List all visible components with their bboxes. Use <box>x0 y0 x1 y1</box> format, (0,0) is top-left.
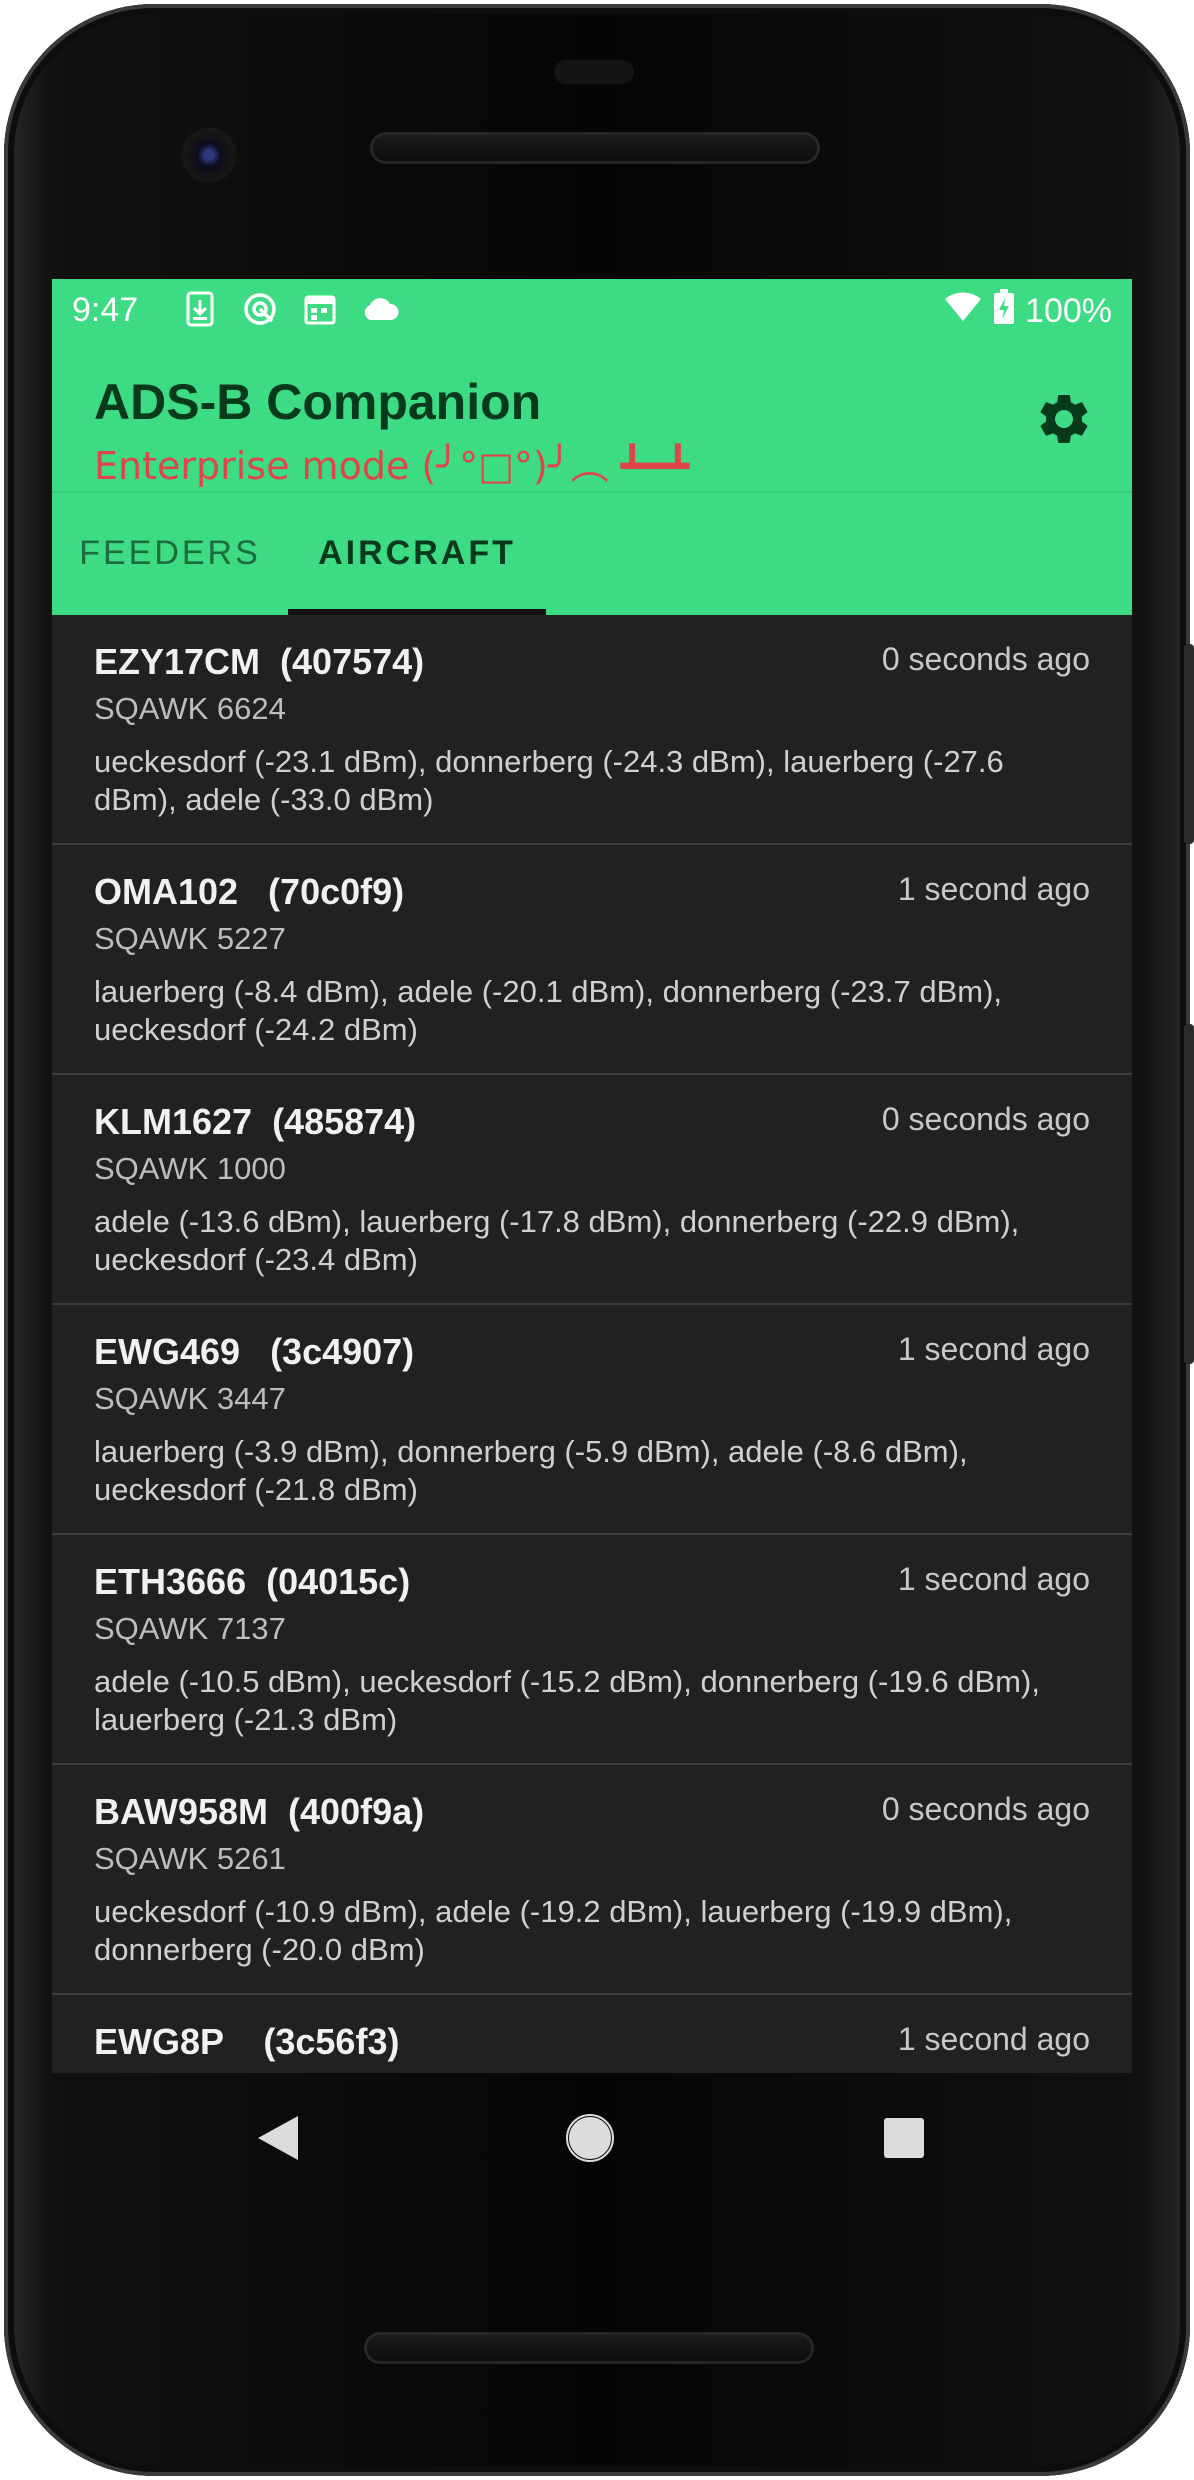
app-bar: ADS-B Companion Enterprise mode (╯°□°)╯︵… <box>52 343 1132 491</box>
download-icon <box>180 289 220 329</box>
aircraft-callsign: EWG469 (3c4907) <box>94 1331 415 1372</box>
app-title: ADS-B Companion <box>94 374 542 430</box>
bottom-speaker <box>364 2332 814 2364</box>
list-item[interactable]: ETH3666 (04015c) 1 second ago SQAWK 7137… <box>52 1535 1132 1765</box>
aircraft-squawk: SQAWK 5227 <box>94 921 286 956</box>
front-camera <box>182 128 236 182</box>
aircraft-last-seen: 0 seconds ago <box>881 1791 1090 1827</box>
status-right: 100% <box>943 289 1112 334</box>
calendar-icon <box>300 289 340 329</box>
wifi-icon <box>943 291 983 332</box>
status-time: 9:47 <box>72 291 139 329</box>
aircraft-receivers: lauerberg (-3.9 dBm), donnerberg (-5.9 d… <box>94 1434 968 1507</box>
tab-feeders[interactable]: FEEDERS <box>52 491 288 615</box>
power-button <box>1184 644 1194 844</box>
list-item[interactable]: EWG469 (3c4907) 1 second ago SQAWK 3447 … <box>52 1305 1132 1535</box>
cloud-icon <box>360 289 400 329</box>
aircraft-callsign: EZY17CM (407574) <box>94 641 425 682</box>
home-circle-icon[interactable] <box>564 2112 616 2164</box>
aircraft-last-seen: 1 second ago <box>897 871 1090 907</box>
aircraft-receivers: lauerberg (-8.4 dBm), adele (-20.1 dBm),… <box>94 974 1003 1047</box>
aircraft-receivers: ueckesdorf (-10.9 dBm), adele (-19.2 dBm… <box>94 1894 1013 1967</box>
aircraft-last-seen: 0 seconds ago <box>881 641 1090 677</box>
aircraft-squawk: SQAWK 1000 <box>94 1151 286 1186</box>
aircraft-squawk: SQAWK 7137 <box>94 1611 286 1646</box>
aircraft-last-seen: 1 second ago <box>897 1561 1090 1597</box>
aircraft-last-seen: 0 seconds ago <box>881 1101 1090 1137</box>
earpiece-speaker <box>370 132 820 164</box>
tab-bar: FEEDERS AIRCRAFT <box>52 491 1132 615</box>
aircraft-callsign: EWG8P (3c56f3) <box>94 2021 400 2062</box>
notification-icons <box>180 289 400 329</box>
back-triangle-icon[interactable] <box>252 2112 304 2164</box>
list-item[interactable]: EWG8P (3c56f3) 1 second ago <box>52 1995 1132 2073</box>
aircraft-last-seen: 1 second ago <box>897 2021 1090 2057</box>
aircraft-last-seen: 1 second ago <box>897 1331 1090 1367</box>
sync-icon <box>240 289 280 329</box>
aircraft-list[interactable]: EZY17CM (407574) 0 seconds ago SQAWK 662… <box>52 615 1132 2073</box>
aircraft-squawk: SQAWK 5261 <box>94 1841 286 1876</box>
list-item[interactable]: KLM1627 (485874) 0 seconds ago SQAWK 100… <box>52 1075 1132 1305</box>
aircraft-callsign: OMA102 (70c0f9) <box>94 871 405 912</box>
gear-icon[interactable] <box>1034 389 1094 449</box>
phone-screen: 9:47 100% ADS-B Companion Enterprise mod… <box>52 279 1132 2073</box>
proximity-sensor <box>554 60 634 84</box>
list-item[interactable]: OMA102 (70c0f9) 1 second ago SQAWK 5227 … <box>52 845 1132 1075</box>
aircraft-receivers: adele (-13.6 dBm), lauerberg (-17.8 dBm)… <box>94 1204 1020 1277</box>
aircraft-squawk: SQAWK 3447 <box>94 1381 286 1416</box>
status-bar: 9:47 100% <box>52 279 1132 343</box>
volume-button <box>1184 1024 1194 1364</box>
app-subtitle: Enterprise mode (╯°□°)╯︵ ┻━┻ <box>94 444 690 488</box>
aircraft-callsign: ETH3666 (04015c) <box>94 1561 411 1602</box>
aircraft-callsign: BAW958M (400f9a) <box>94 1791 425 1832</box>
list-item[interactable]: BAW958M (400f9a) 0 seconds ago SQAWK 526… <box>52 1765 1132 1995</box>
aircraft-squawk: SQAWK 6624 <box>94 691 286 726</box>
recents-square-icon[interactable] <box>878 2112 930 2164</box>
aircraft-receivers: adele (-10.5 dBm), ueckesdorf (-15.2 dBm… <box>94 1664 1040 1737</box>
list-item[interactable]: EZY17CM (407574) 0 seconds ago SQAWK 662… <box>52 615 1132 845</box>
tab-aircraft[interactable]: AIRCRAFT <box>288 491 546 615</box>
aircraft-receivers: ueckesdorf (-23.1 dBm), donnerberg (-24.… <box>94 744 1004 817</box>
aircraft-callsign: KLM1627 (485874) <box>94 1101 417 1142</box>
battery-charging-icon <box>993 289 1015 334</box>
battery-percent: 100% <box>1025 292 1112 330</box>
